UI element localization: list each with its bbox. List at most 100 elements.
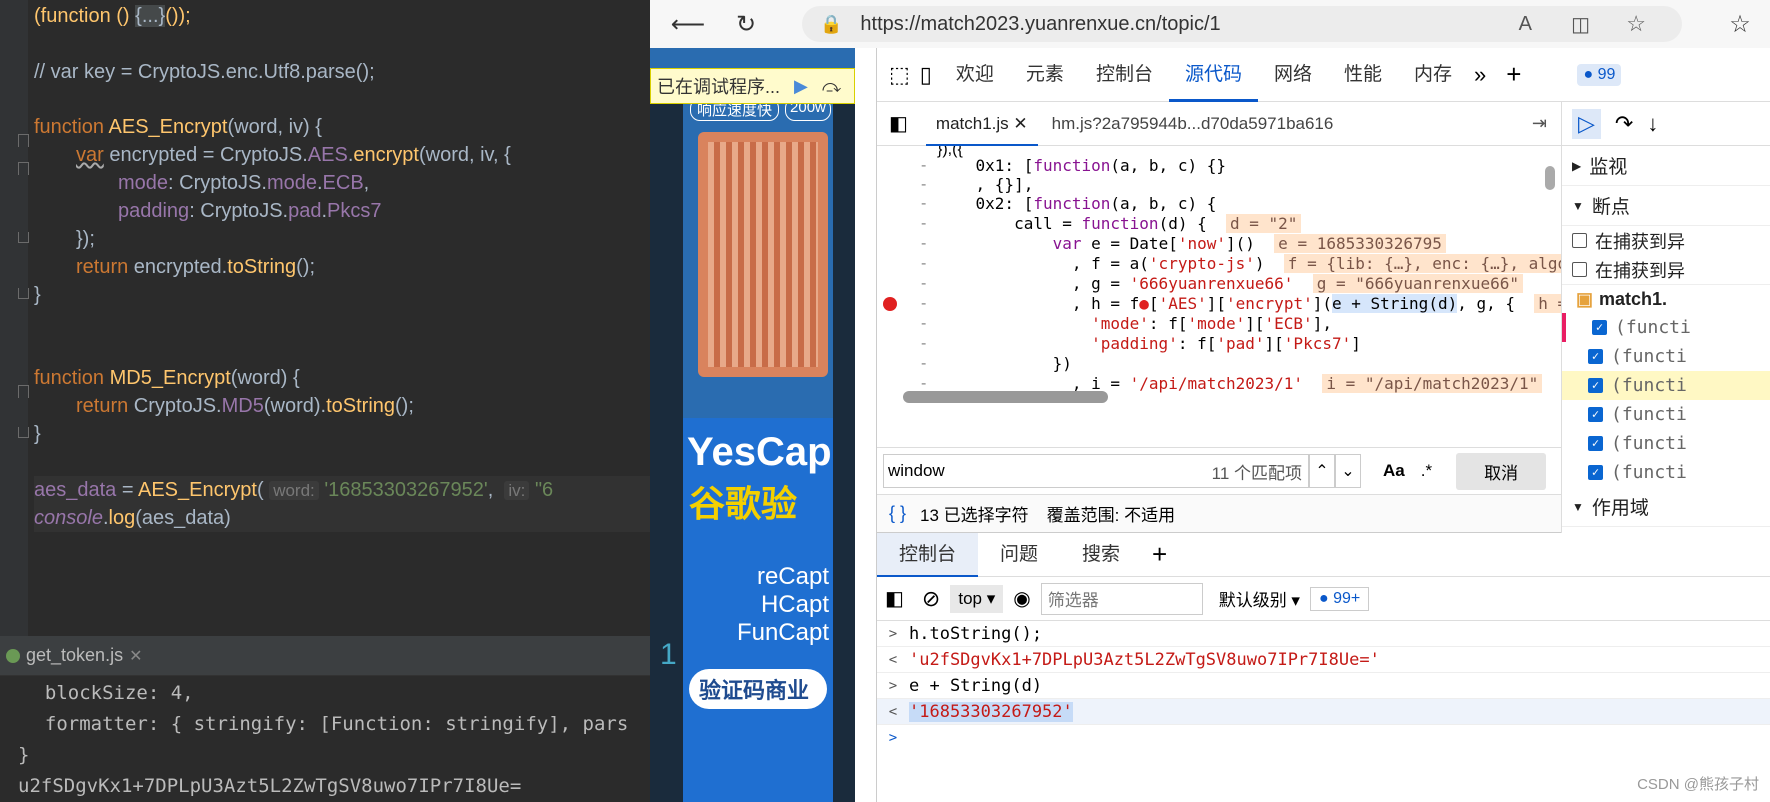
address-bar[interactable]: 🔒 https://match2023.yuanrenxue.cn/topic/… [802, 6, 1682, 42]
lock-icon: 🔒 [820, 13, 843, 34]
sidebar-toggle-icon[interactable]: ◧ [885, 586, 904, 611]
drawer-tab-console[interactable]: 控制台 [877, 532, 979, 577]
resume-icon[interactable]: ▷ [1572, 108, 1601, 139]
vertical-scrollbar[interactable] [1545, 166, 1555, 190]
close-icon[interactable]: ✕ [129, 646, 142, 666]
code-close-line: }); [76, 228, 95, 250]
code-editor[interactable]: (function () {...}()); // var key = Cryp… [0, 0, 650, 636]
breakpoint-item[interactable]: ✓ (functi [1562, 371, 1770, 400]
search-input[interactable]: window 11 个匹配项 [883, 454, 1309, 488]
back-arrow-icon[interactable]: ⟵ [668, 4, 708, 44]
breakpoint-item[interactable]: ✓ (functi [1562, 313, 1770, 342]
ad-panel: YesCap 谷歌验 reCapt HCapt FunCapt 验证码商业 [683, 418, 833, 802]
code-console-log-line: console.log(aes_data) [34, 504, 650, 532]
breakpoint-item[interactable]: ✓ (functi [1562, 342, 1770, 371]
tab-performance[interactable]: 性能 [1328, 48, 1398, 102]
context-select[interactable]: top ▾ [950, 584, 1004, 613]
tab-console[interactable]: 控制台 [1080, 48, 1169, 102]
resume-icon[interactable]: ▶ [794, 76, 808, 97]
url-text: https://match2023.yuanrenxue.cn/topic/1 [860, 12, 1221, 35]
clear-console-icon[interactable]: ⊘ [922, 586, 940, 612]
watch-section[interactable]: ▶ 监视 [1562, 146, 1770, 186]
issues-badge[interactable]: ● 99+ [1309, 586, 1370, 611]
pretty-print-button[interactable]: { } [889, 503, 906, 524]
code-line-1: (function () {...}()); [34, 5, 191, 27]
favorite-add-icon[interactable]: ☆ [1626, 11, 1646, 37]
tab-elements[interactable]: 元素 [1010, 48, 1080, 102]
tab-memory[interactable]: 内存 [1398, 48, 1468, 102]
step-into-icon[interactable]: ↓ [1647, 111, 1658, 137]
caret-down-icon: ▼ [1572, 499, 1584, 514]
breakpoint-item[interactable]: ✓ (functi [1562, 429, 1770, 458]
caret-down-icon: ▼ [1572, 198, 1584, 213]
collapse-pane-icon[interactable]: ⇥ [1532, 113, 1547, 134]
breakpoint-item[interactable]: ✓ (functi [1562, 458, 1770, 487]
code-encrypt-line: var encrypted = CryptoJS.AES.encrypt(wor… [76, 144, 511, 166]
drawer-tab-search[interactable]: 搜索 [1060, 533, 1142, 577]
console-result-line: <'u2fSDgvKx1+7DPLpU3Azt5L2ZwTgSV8uwo7IPr… [877, 647, 1770, 673]
code-aes-func-decl: function AES_Encrypt(word, iv) { [34, 116, 322, 138]
tab-welcome[interactable]: 欢迎 [940, 48, 1010, 102]
reload-icon[interactable]: ↻ [726, 4, 766, 44]
regex-button[interactable]: .* [1421, 461, 1432, 481]
editor-gutter [0, 0, 28, 636]
message-icon: ● [1583, 65, 1594, 83]
console-drawer: 控制台 问题 搜索 + ◧ ⊘ top ▾ ◉ 筛选器 默认级别 ▾ ● 99+… [877, 532, 1770, 802]
console-input-line: > e + String(d) [877, 673, 1770, 699]
browser-window: ⟵ ↻ 🔒 https://match2023.yuanrenxue.cn/to… [650, 0, 1770, 802]
find-bar: window 11 个匹配项 ⌃ ⌄ Aa .* 取消 [877, 447, 1561, 495]
step-over-icon[interactable]: ↷ [1615, 111, 1633, 137]
code-brace-line-2: } [34, 423, 41, 445]
file-tab-hm[interactable]: hm.js?2a795944b...d70da5971ba616 [1038, 114, 1348, 134]
more-tabs-icon[interactable]: » [1474, 62, 1486, 88]
breakpoints-section[interactable]: ▼ 断点 [1562, 186, 1770, 226]
add-tab-icon[interactable]: + [1152, 539, 1167, 570]
match-case-button[interactable]: Aa [1383, 461, 1405, 481]
read-aloud-icon[interactable]: A [1519, 13, 1532, 36]
next-match-icon[interactable]: ⌄ [1335, 454, 1361, 488]
console-prompt[interactable]: > [877, 725, 1770, 751]
navigator-toggle-icon[interactable]: ◧ [889, 111, 908, 136]
drawer-tab-bar: 控制台 问题 搜索 + [877, 532, 1770, 577]
paused-in-debugger-bar: 已在调试程序... ▶ ⤼ [650, 68, 855, 104]
device-toolbar-icon[interactable]: ▯ [920, 62, 932, 88]
favorites-icon[interactable]: ☆ [1720, 4, 1760, 44]
tab-network[interactable]: 网络 [1258, 48, 1328, 102]
code-return-line: return encrypted.toString(); [76, 256, 316, 278]
previous-match-icon[interactable]: ⌃ [1309, 454, 1335, 488]
breakpoint-file[interactable]: ▣ match1. [1562, 284, 1770, 313]
add-tab-icon[interactable]: + [1506, 59, 1521, 90]
live-expression-icon[interactable]: ◉ [1013, 586, 1030, 611]
filter-input[interactable]: 筛选器 [1040, 582, 1203, 615]
watermark: CSDN @熊孩子村 [1637, 776, 1759, 793]
issues-badge[interactable]: ● 99 [1577, 63, 1622, 86]
pause-uncaught-checkbox[interactable]: 在捕获到异 [1562, 226, 1770, 255]
inspect-icon[interactable]: ⬚ [889, 62, 910, 88]
tab-sources[interactable]: 源代码 [1168, 48, 1258, 102]
caret-right-icon: ▶ [1572, 158, 1582, 173]
code-comment-line: // var key = CryptoJS.enc.Utf8.parse(); [34, 61, 375, 83]
run-panel: get_token.js ✕ blockSize: 4, formatter: … [0, 636, 650, 802]
breakpoint-item[interactable]: ✓ (functi [1562, 400, 1770, 429]
horizontal-scrollbar[interactable] [903, 391, 1108, 403]
drawer-tab-issues[interactable]: 问题 [978, 533, 1060, 577]
close-icon[interactable]: ✕ [1013, 114, 1027, 133]
code-aesdata-line: aes_data = AES_Encrypt( word: '168533032… [34, 476, 650, 504]
console-output[interactable]: > h.toString(); <'u2fSDgvKx1+7DPLpU3Azt5L… [877, 621, 1770, 751]
debugger-sidebar: ▷ ↷ ↓ ▶ 监视 ▼ 断点 在捕获到异 在捕获到异 ▣ match1. ✓ (fun… [1561, 102, 1770, 533]
pause-caught-checkbox[interactable]: 在捕获到异 [1562, 255, 1770, 284]
cancel-button[interactable]: 取消 [1456, 452, 1547, 490]
run-tab-bar: get_token.js ✕ [0, 636, 650, 676]
webpage-viewport: 响应速度快 200w 已在调试程序... ▶ ⤼ YesCap 谷歌验 reCa… [650, 48, 855, 802]
console-input-line: > h.toString(); [877, 621, 1770, 647]
file-tab-match1[interactable]: match1.js ✕ [925, 102, 1038, 146]
step-over-icon[interactable]: ⤼ [822, 76, 841, 97]
scope-section[interactable]: ▼ 作用域 [1562, 487, 1770, 527]
run-tab[interactable]: get_token.js ✕ [6, 645, 142, 666]
split-screen-icon[interactable]: ◫ [1571, 12, 1590, 37]
breakpoint-marker[interactable] [883, 297, 897, 311]
log-level-select[interactable]: 默认级别 ▾ [1219, 586, 1300, 611]
source-code-view[interactable]: }),({ - 0x1: [function(a, b, c) {} - , {… [877, 146, 1561, 466]
code-md5-func-decl: function MD5_Encrypt(word) { [34, 367, 300, 389]
code-padding-line: padding: CryptoJS.pad.Pkcs7 [118, 200, 382, 222]
